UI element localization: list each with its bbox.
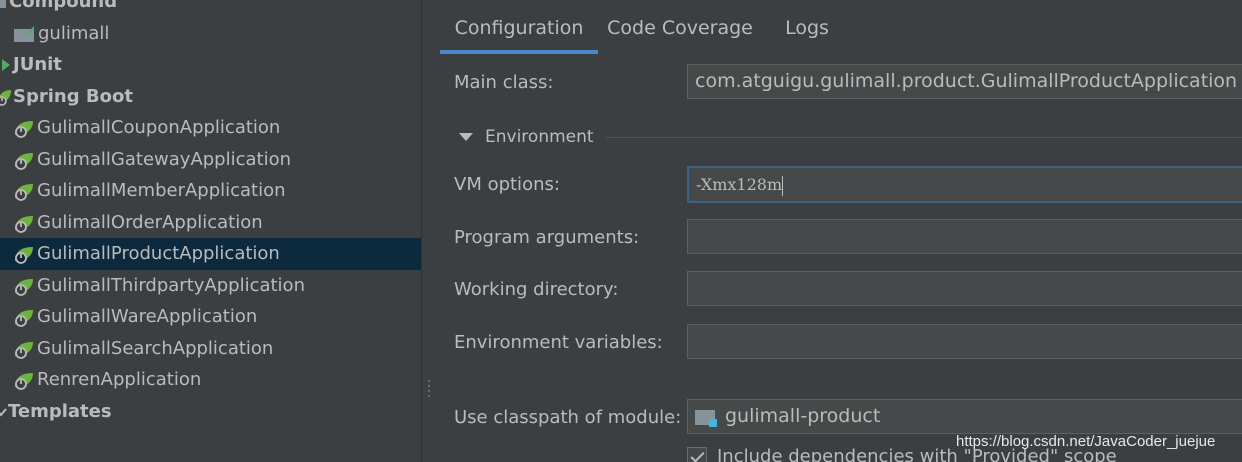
- vm-options-value: -Xmx128m: [696, 175, 783, 194]
- tree-item-label: Compound: [9, 0, 118, 12]
- compound-icon: [0, 0, 6, 8]
- program-arguments-label: Program arguments:: [454, 227, 640, 248]
- tree-item-app[interactable]: GulimallGatewayApplication: [0, 144, 421, 176]
- classpath-module-label: Use classpath of module:: [454, 407, 682, 428]
- tree-item-compound[interactable]: Compound: [0, 0, 421, 18]
- tree-item-junit[interactable]: JUnit: [0, 49, 421, 81]
- junit-icon: [2, 59, 10, 71]
- spring-boot-app-icon: [15, 342, 33, 359]
- tab-configuration[interactable]: Configuration: [440, 0, 598, 54]
- vm-options-label: VM options:: [454, 174, 560, 195]
- tree-item-label: JUnit: [13, 54, 62, 75]
- folder-icon: [14, 26, 34, 42]
- main-class-field[interactable]: com.atguigu.gulimall.product.GulimallPro…: [687, 64, 1242, 99]
- environment-variables-field[interactable]: [687, 324, 1242, 359]
- spring-boot-icon: [0, 90, 11, 106]
- working-directory-label: Working directory:: [454, 279, 619, 300]
- tree-item-app[interactable]: GulimallMemberApplication: [0, 175, 421, 207]
- tree-item-label: Spring Boot: [13, 86, 133, 107]
- spring-boot-app-icon: [15, 247, 33, 264]
- section-divider: [605, 136, 1242, 138]
- templates-icon: [0, 408, 7, 417]
- tree-item-app[interactable]: GulimallWareApplication: [0, 301, 421, 333]
- collapse-triangle-icon: [459, 133, 473, 141]
- text-caret: [782, 175, 784, 196]
- spring-boot-app-icon: [15, 184, 33, 201]
- vm-options-field[interactable]: -Xmx128m: [687, 166, 1242, 203]
- spring-boot-app-icon: [15, 216, 33, 233]
- tree-item-app[interactable]: GulimallSearchApplication: [0, 333, 421, 365]
- tree-item-label: GulimallMemberApplication: [37, 180, 286, 201]
- tree-item-app-selected[interactable]: GulimallProductApplication: [0, 238, 421, 270]
- environment-variables-label: Environment variables:: [454, 332, 663, 353]
- program-arguments-field[interactable]: [687, 219, 1242, 254]
- tree-item-label: GulimallProductApplication: [37, 243, 280, 264]
- environment-label: Environment: [485, 127, 594, 147]
- working-directory-field[interactable]: [687, 271, 1242, 306]
- tree-item-label: GulimallSearchApplication: [37, 338, 274, 359]
- tree-item-app[interactable]: GulimallCouponApplication: [0, 112, 421, 144]
- tree-item-label: GulimallOrderApplication: [37, 212, 263, 233]
- spring-boot-app-icon: [15, 310, 33, 327]
- tree-item-label: GulimallWareApplication: [37, 306, 258, 327]
- spring-boot-app-icon: [15, 121, 33, 138]
- module-icon: [695, 407, 717, 427]
- classpath-module-select[interactable]: gulimall-product: [687, 399, 1242, 434]
- tree-item-label: GulimallCouponApplication: [37, 117, 281, 138]
- tree-item-label: RenrenApplication: [37, 369, 202, 390]
- tree-item-spring-boot[interactable]: Spring Boot: [0, 81, 421, 113]
- tab-bar: Configuration Code Coverage Logs: [440, 0, 1242, 54]
- tree-item-label: GulimallThirdpartyApplication: [37, 275, 305, 296]
- spring-boot-app-icon: [15, 153, 33, 170]
- tree-item-gulimall[interactable]: gulimall: [0, 18, 421, 50]
- run-configurations-tree: Compound gulimall JUnit Spring Boot Guli…: [0, 0, 421, 462]
- splitter-grip-icon[interactable]: [426, 380, 432, 404]
- tree-item-label: GulimallGatewayApplication: [37, 149, 292, 170]
- classpath-module-value: gulimall-product: [725, 405, 881, 427]
- tree-item-label: gulimall: [38, 23, 110, 44]
- tree-item-app[interactable]: RenrenApplication: [0, 364, 421, 396]
- tree-item-app[interactable]: GulimallThirdpartyApplication: [0, 270, 421, 302]
- tree-item-templates[interactable]: Templates: [0, 396, 421, 428]
- include-dependencies-checkbox[interactable]: [687, 446, 707, 462]
- spring-boot-app-icon: [15, 373, 33, 390]
- tab-code-coverage[interactable]: Code Coverage: [606, 0, 754, 54]
- tree-item-label: Templates: [8, 401, 112, 422]
- tab-logs[interactable]: Logs: [780, 0, 834, 54]
- tree-item-app[interactable]: GulimallOrderApplication: [0, 207, 421, 239]
- environment-section-header[interactable]: Environment: [454, 126, 1242, 148]
- configuration-form: Main class: com.atguigu.gulimall.product…: [441, 56, 1242, 462]
- watermark-text: https://blog.csdn.net/JavaCoder_juejue: [956, 433, 1216, 450]
- spring-boot-app-icon: [15, 279, 33, 296]
- main-class-label: Main class:: [454, 72, 554, 93]
